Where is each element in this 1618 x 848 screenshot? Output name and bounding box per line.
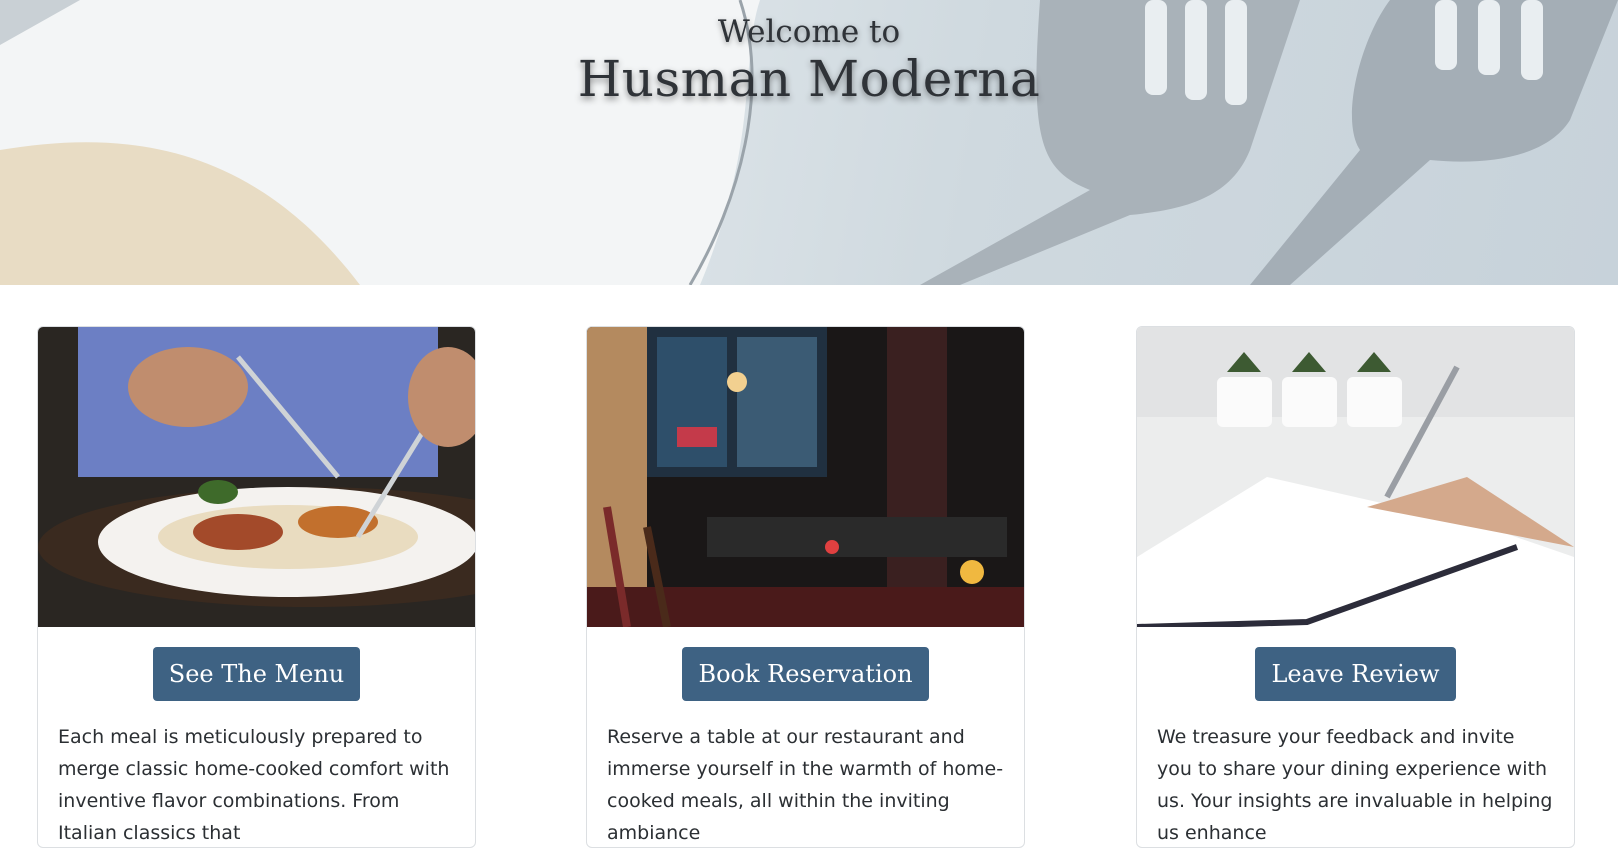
restaurant-title: Husman Moderna xyxy=(577,50,1041,108)
menu-card: See The Menu Each meal is meticulously p… xyxy=(37,326,476,848)
leave-review-button[interactable]: Leave Review xyxy=(1255,647,1456,701)
hero-banner: Welcome to Husman Moderna xyxy=(0,0,1618,285)
writing-notebook-image xyxy=(1137,327,1574,627)
see-menu-button[interactable]: See The Menu xyxy=(152,647,361,701)
review-card: Leave Review We treasure your feedback a… xyxy=(1136,326,1575,848)
restaurant-interior-image xyxy=(587,327,1024,627)
feature-cards: See The Menu Each meal is meticulously p… xyxy=(0,326,1618,848)
book-reservation-button[interactable]: Book Reservation xyxy=(682,647,929,701)
reservation-card: Book Reservation Reserve a table at our … xyxy=(586,326,1025,848)
menu-description: Each meal is meticulously prepared to me… xyxy=(58,726,450,844)
pasta-dish-image xyxy=(38,327,475,627)
review-description: We treasure your feedback and invite you… xyxy=(1157,726,1553,844)
reservation-description: Reserve a table at our restaurant and im… xyxy=(607,726,1004,844)
welcome-subtitle: Welcome to xyxy=(717,14,901,50)
